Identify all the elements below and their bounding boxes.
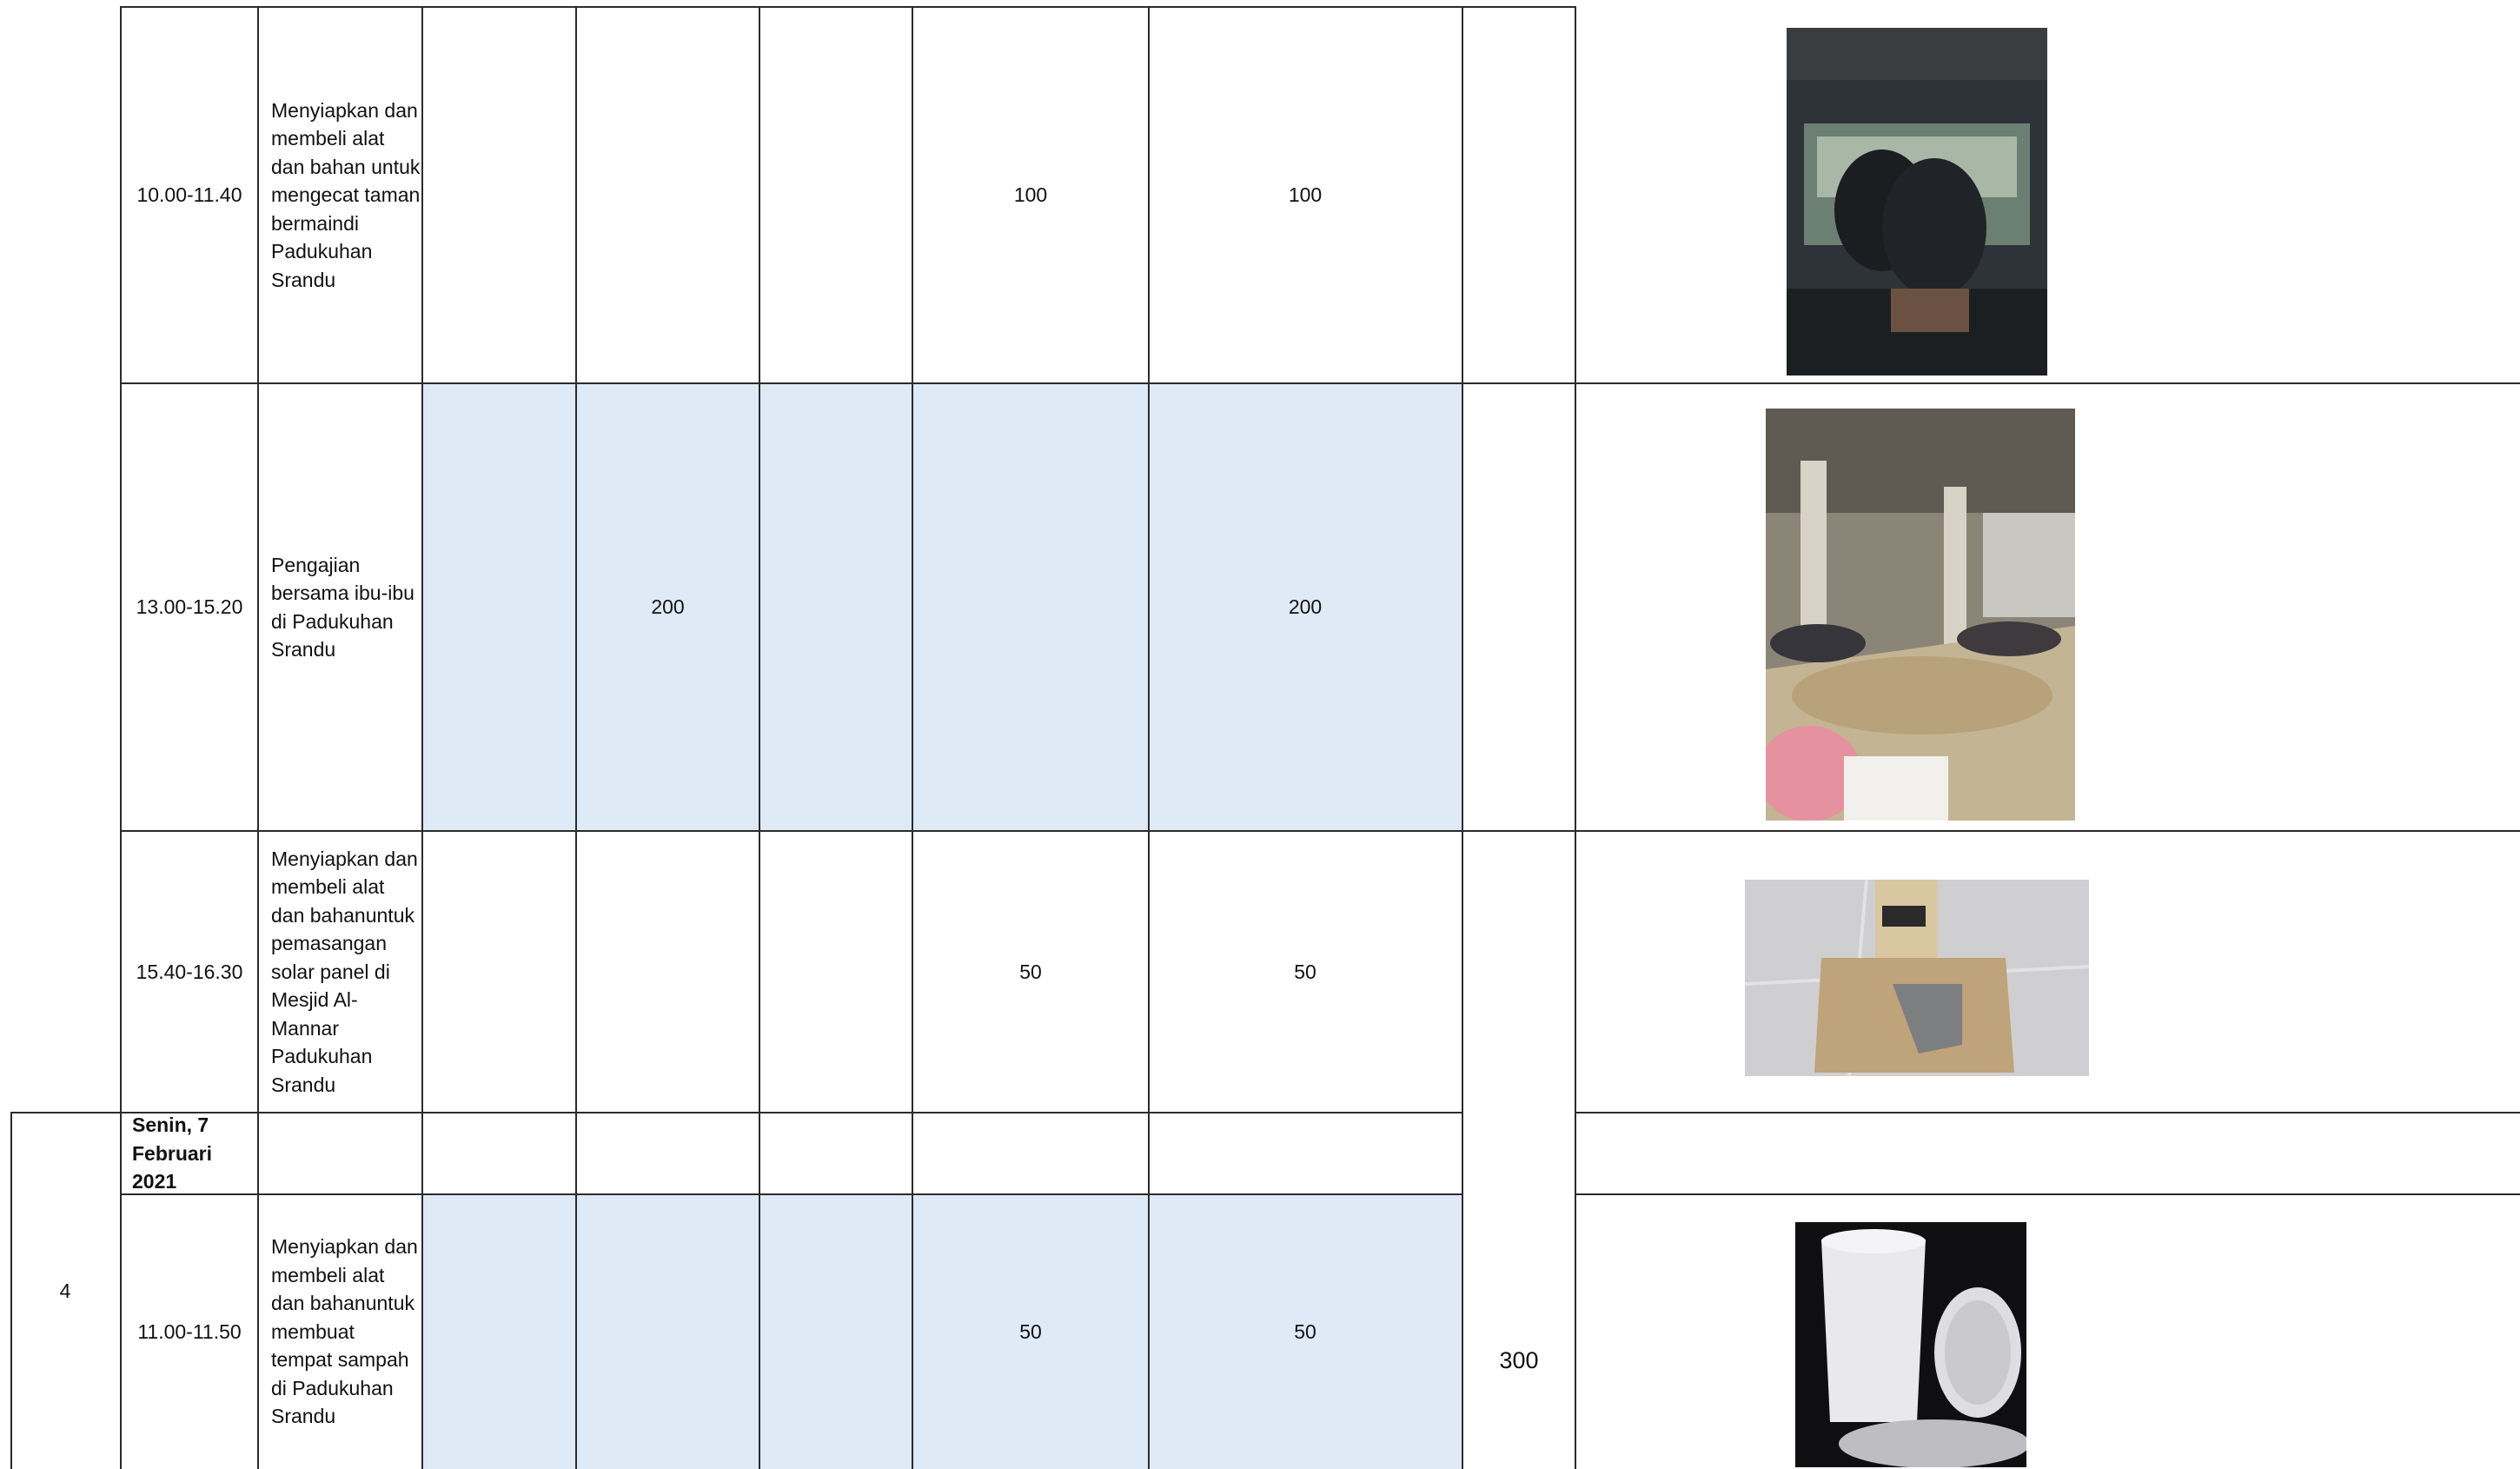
rule-top (120, 6, 1576, 8)
row2-col4: 200 (651, 595, 685, 619)
rule-col9 (1575, 6, 1576, 1469)
rule-col4 (575, 6, 577, 1469)
row3-time: 15.40-16.30 (136, 960, 243, 983)
rule-row1-right (1575, 382, 2520, 384)
rule-col5 (759, 6, 760, 1469)
rule-col0-lower (10, 1112, 12, 1469)
row2-col7: 200 (1288, 595, 1323, 619)
row1-activity: Menyiapkan dan membeli alat dan bahan un… (271, 98, 421, 291)
rule-col2 (257, 6, 259, 1469)
photo-pengajian (1766, 409, 2075, 821)
photo-meeting (1787, 28, 2047, 376)
row3-col6: 50 (1019, 960, 1042, 983)
rule-row4 (120, 1193, 1463, 1195)
photo-bucket (1795, 1222, 2026, 1467)
row2-activity: Pengajian bersama ibu-ibu di Padukuhan S… (271, 553, 414, 661)
row5-time: 11.00-11.50 (137, 1319, 242, 1343)
row4-number: 4 (59, 1279, 71, 1302)
rule-row2-right (1575, 830, 2520, 832)
row2-time: 13.00-15.20 (136, 595, 243, 619)
photo-solar-panel (1745, 880, 2089, 1076)
rule-col8 (1462, 6, 1463, 1469)
rule-row4-right (1575, 1193, 2520, 1195)
row1-time: 10.00-11.40 (136, 183, 242, 207)
row1-col6: 100 (1013, 183, 1048, 207)
rule-col7 (1148, 6, 1150, 1469)
rule-col1 (120, 6, 122, 1469)
rule-row1 (120, 382, 1576, 384)
rule-col6 (912, 6, 913, 1469)
row5-activity: Menyiapkan dan membeli alat dan bahanunt… (271, 1235, 418, 1428)
row3-col7: 50 (1294, 960, 1316, 983)
row5-col7: 50 (1294, 1319, 1316, 1343)
row1-col7: 100 (1288, 183, 1323, 207)
rule-col3 (421, 6, 423, 1469)
rule-row3-right (1575, 1112, 2520, 1113)
row4-date: Senin, 7 Februari 2021 (132, 1113, 213, 1193)
rule-row3 (10, 1112, 1463, 1113)
merged-total: 300 (1499, 1346, 1539, 1373)
rule-row2 (120, 830, 1576, 832)
row3-activity: Menyiapkan dan membeli alat dan bahanunt… (271, 847, 418, 1096)
row5-col6: 50 (1019, 1319, 1042, 1343)
